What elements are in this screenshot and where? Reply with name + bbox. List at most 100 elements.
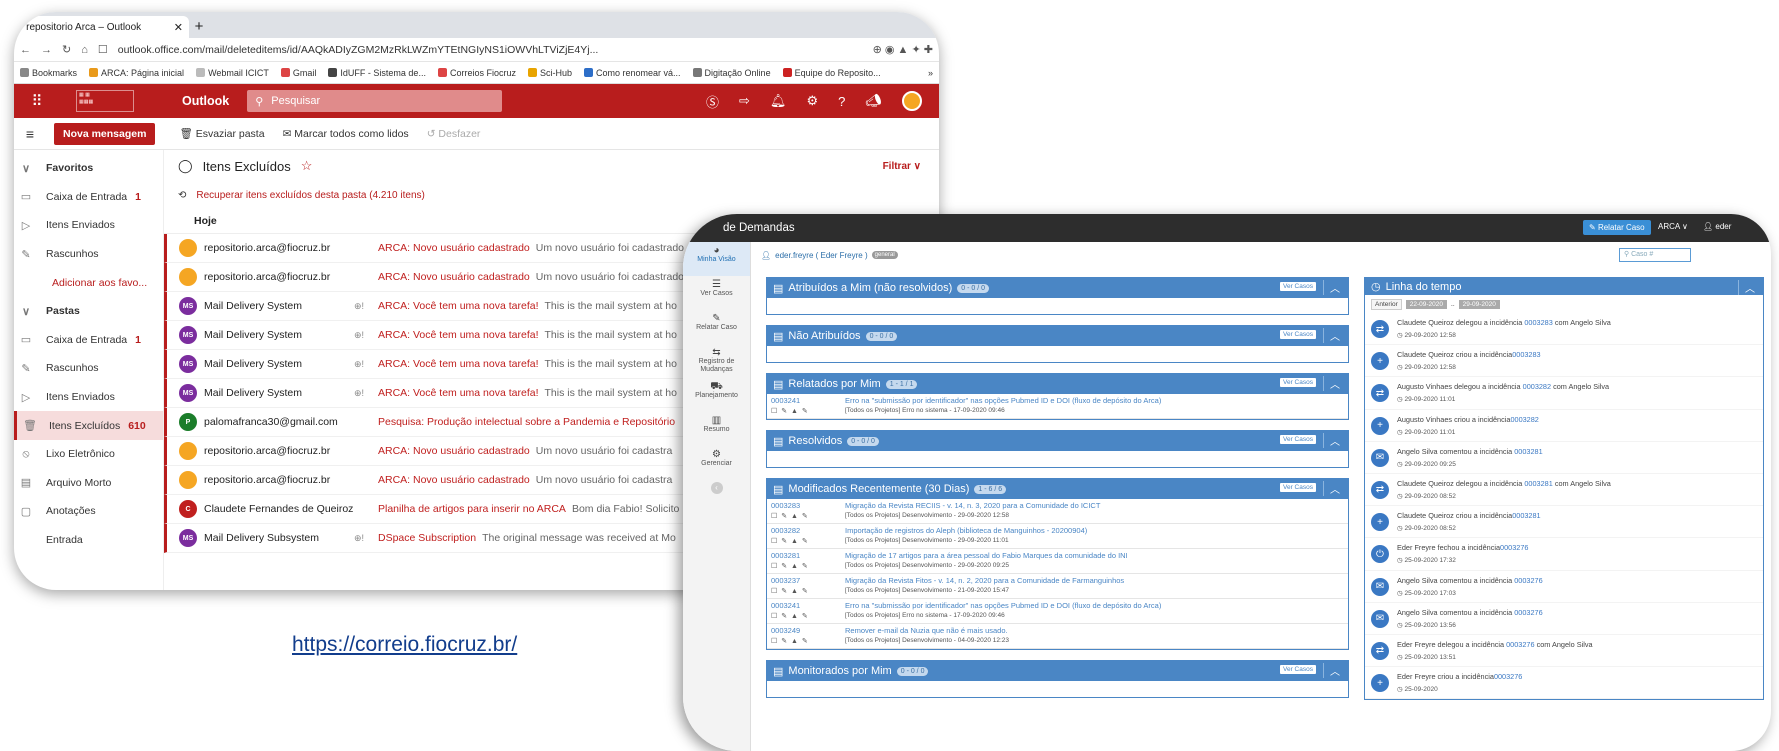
- case-title-link[interactable]: Migração da Revista Fitos - v. 14, n. 2,…: [845, 576, 1124, 585]
- collapse-icon[interactable]: ︿: [1323, 280, 1340, 295]
- event-case-link[interactable]: 0003281: [1514, 447, 1542, 456]
- case-action-icons[interactable]: ☐ ✎ ▲ ✎: [771, 612, 845, 620]
- bookmark-item[interactable]: Webmail ICICT: [196, 67, 269, 78]
- case-row[interactable]: 0003249 ☐ ✎ ▲ ✎ Remover e-mail da Nuzia qu…: [767, 624, 1348, 649]
- event-case-link[interactable]: 0003283: [1524, 318, 1552, 327]
- bell-icon[interactable]: 🔔︎: [770, 93, 787, 109]
- home-icon[interactable]: ⌂: [81, 44, 88, 56]
- case-title-link[interactable]: Migração de 17 artigos para a área pesso…: [845, 551, 1128, 560]
- new-message-button[interactable]: Nova mensagem: [54, 122, 156, 145]
- back-icon[interactable]: ←: [20, 44, 31, 56]
- forward-mail-icon[interactable]: ⇨: [739, 93, 750, 109]
- avatar[interactable]: [901, 91, 922, 111]
- nav-item[interactable]: ▥ Resumo: [683, 412, 750, 446]
- case-row[interactable]: 0003241 ☐ ✎ ▲ ✎ Erro na "submissão por ide…: [767, 599, 1348, 624]
- app-brand[interactable]: Outlook: [182, 94, 229, 108]
- case-id-link[interactable]: 0003237: [771, 576, 800, 585]
- empty-folder-button[interactable]: 🗑︎ Esvaziar pasta: [179, 127, 264, 140]
- folder-item[interactable]: ▷ Itens Enviados: [14, 383, 163, 412]
- folder-item[interactable]: ✎ Rascunhos: [14, 354, 163, 383]
- case-title-link[interactable]: Importação de registros do Aleph (biblio…: [845, 526, 1087, 535]
- event-case-link[interactable]: 0003276: [1514, 608, 1542, 617]
- case-action-icons[interactable]: ☐ ✎ ▲ ✎: [771, 562, 845, 570]
- case-action-icons[interactable]: ☐ ✎ ▲ ✎: [771, 512, 845, 520]
- collapse-icon[interactable]: ︿: [1323, 433, 1340, 448]
- view-cases-button[interactable]: Ver Casos: [1280, 665, 1316, 674]
- event-case-link[interactable]: 0003281: [1512, 511, 1540, 520]
- folder-item[interactable]: ∨ Favoritos: [14, 154, 163, 183]
- folder-item[interactable]: ⦸ Lixo Eletrônico: [14, 440, 163, 469]
- nav-item[interactable]: ✎ Relatar Caso: [683, 310, 750, 344]
- nav-item[interactable]: ⛟ Planejamento: [683, 378, 750, 412]
- folder-item[interactable]: ✎ Rascunhos: [14, 240, 163, 269]
- case-title-link[interactable]: Migração da Revista RECIIS - v. 14, n. 3…: [845, 501, 1100, 510]
- view-cases-button[interactable]: Ver Casos: [1280, 282, 1316, 291]
- collapse-icon[interactable]: ︿: [1323, 376, 1340, 391]
- nav-item[interactable]: ⇆ Registro de Mudanças: [683, 344, 750, 378]
- folder-item[interactable]: ▢ Anotações: [14, 497, 163, 526]
- caption-link[interactable]: https://correio.fiocruz.br/: [292, 633, 517, 657]
- user-menu[interactable]: 👤︎ eder: [1703, 222, 1731, 231]
- folder-item[interactable]: Adicionar aos favo...: [14, 268, 163, 297]
- event-case-link[interactable]: 0003282: [1510, 415, 1538, 424]
- user-link[interactable]: eder.freyre ( Eder Freyre ): [775, 251, 867, 260]
- app-launcher-icon[interactable]: ⠿: [14, 92, 60, 110]
- case-id-link[interactable]: 0003249: [771, 626, 800, 635]
- nav-item[interactable]: ◕ Minha Visão: [683, 242, 750, 276]
- recover-items-link[interactable]: ⟲ Recuperar itens excluídos desta pasta …: [164, 182, 939, 208]
- view-cases-button[interactable]: Ver Casos: [1280, 483, 1316, 492]
- close-icon[interactable]: ✕: [174, 21, 183, 34]
- folder-item[interactable]: ▭ Caixa de Entrada 1: [14, 183, 163, 212]
- case-id-link[interactable]: 0003282: [771, 526, 800, 535]
- bookmark-item[interactable]: Sci-Hub: [527, 67, 572, 78]
- star-icon[interactable]: ☆: [301, 158, 313, 174]
- event-case-link[interactable]: 0003276: [1506, 640, 1534, 649]
- bookmark-item[interactable]: Bookmarks: [20, 67, 77, 78]
- bookmark-item[interactable]: ARCA: Página inicial: [89, 67, 184, 78]
- hamburger-icon[interactable]: ≡: [14, 126, 46, 142]
- filter-button[interactable]: Filtrar ∨: [883, 161, 921, 172]
- event-case-link[interactable]: 0003276: [1494, 672, 1522, 681]
- collapse-icon[interactable]: ︿: [1738, 280, 1755, 295]
- folder-item[interactable]: ▷ Itens Enviados: [14, 211, 163, 240]
- folder-item[interactable]: 🗑 Itens Excluídos 610: [14, 411, 163, 440]
- case-row[interactable]: 0003283 ☐ ✎ ▲ ✎ Migração da Revista RECIIS…: [767, 499, 1348, 524]
- collapse-icon[interactable]: ︿: [1323, 328, 1340, 343]
- case-search-input[interactable]: ⚲ Caso #: [1619, 248, 1691, 262]
- bookmark-item[interactable]: Digitação Online: [692, 67, 771, 78]
- forward-icon[interactable]: →: [41, 44, 52, 56]
- nav-item[interactable]: ☰ Ver Casos: [683, 276, 750, 310]
- case-action-icons[interactable]: ☐ ✎ ▲ ✎: [771, 637, 845, 645]
- gear-icon[interactable]: ⚙: [806, 93, 818, 109]
- case-id-link[interactable]: 0003281: [771, 551, 800, 560]
- select-all-icon[interactable]: ◯: [178, 158, 193, 174]
- case-row[interactable]: 0003281 ☐ ✎ ▲ ✎ Migração de 17 artigos par…: [767, 549, 1348, 574]
- case-row[interactable]: 0003282 ☐ ✎ ▲ ✎ Importação de registros do…: [767, 524, 1348, 549]
- case-id-link[interactable]: 0003241: [771, 601, 800, 610]
- bookmark-item[interactable]: IdUFF - Sistema de...: [328, 67, 426, 78]
- previous-button[interactable]: Anterior: [1371, 298, 1402, 310]
- bookmark-item[interactable]: Equipe do Reposito...: [782, 67, 881, 78]
- bookmark-item[interactable]: Como renomear vá...: [583, 67, 681, 78]
- browser-tab[interactable]: - repositorio Arca – Outlook ✕: [14, 16, 189, 38]
- help-icon[interactable]: ?: [838, 94, 845, 109]
- event-case-link[interactable]: 0003283: [1512, 350, 1540, 359]
- collapse-icon[interactable]: ︿: [1323, 663, 1340, 678]
- nav-item[interactable]: ⚙ Gerenciar: [683, 446, 750, 480]
- search-input[interactable]: ⚲ Pesquisar: [247, 90, 503, 112]
- folder-item[interactable]: ∨ Pastas: [14, 297, 163, 326]
- view-cases-button[interactable]: Ver Casos: [1280, 435, 1316, 444]
- folder-item[interactable]: ▤ Arquivo Morto: [14, 469, 163, 498]
- event-case-link[interactable]: 0003276: [1500, 543, 1528, 552]
- case-id-link[interactable]: 0003283: [771, 501, 800, 510]
- event-case-link[interactable]: 0003276: [1514, 576, 1542, 585]
- bookmark-item[interactable]: Gmail: [280, 67, 316, 78]
- undo-button[interactable]: ↺ Desfazer: [427, 128, 481, 140]
- bookmark-icon[interactable]: ☐: [98, 43, 108, 56]
- more-bookmarks-icon[interactable]: »: [928, 68, 933, 78]
- case-title-link[interactable]: Erro na "submissão por identificador" na…: [845, 601, 1161, 610]
- case-action-icons[interactable]: ☐ ✎ ▲ ✎: [771, 407, 845, 415]
- folder-item[interactable]: ▭ Caixa de Entrada 1: [14, 326, 163, 355]
- url-field[interactable]: outlook.office.com/mail/deleteditems/id/…: [118, 44, 863, 56]
- case-title-link[interactable]: Remover e-mail da Nuzia que não é mais u…: [845, 626, 1008, 635]
